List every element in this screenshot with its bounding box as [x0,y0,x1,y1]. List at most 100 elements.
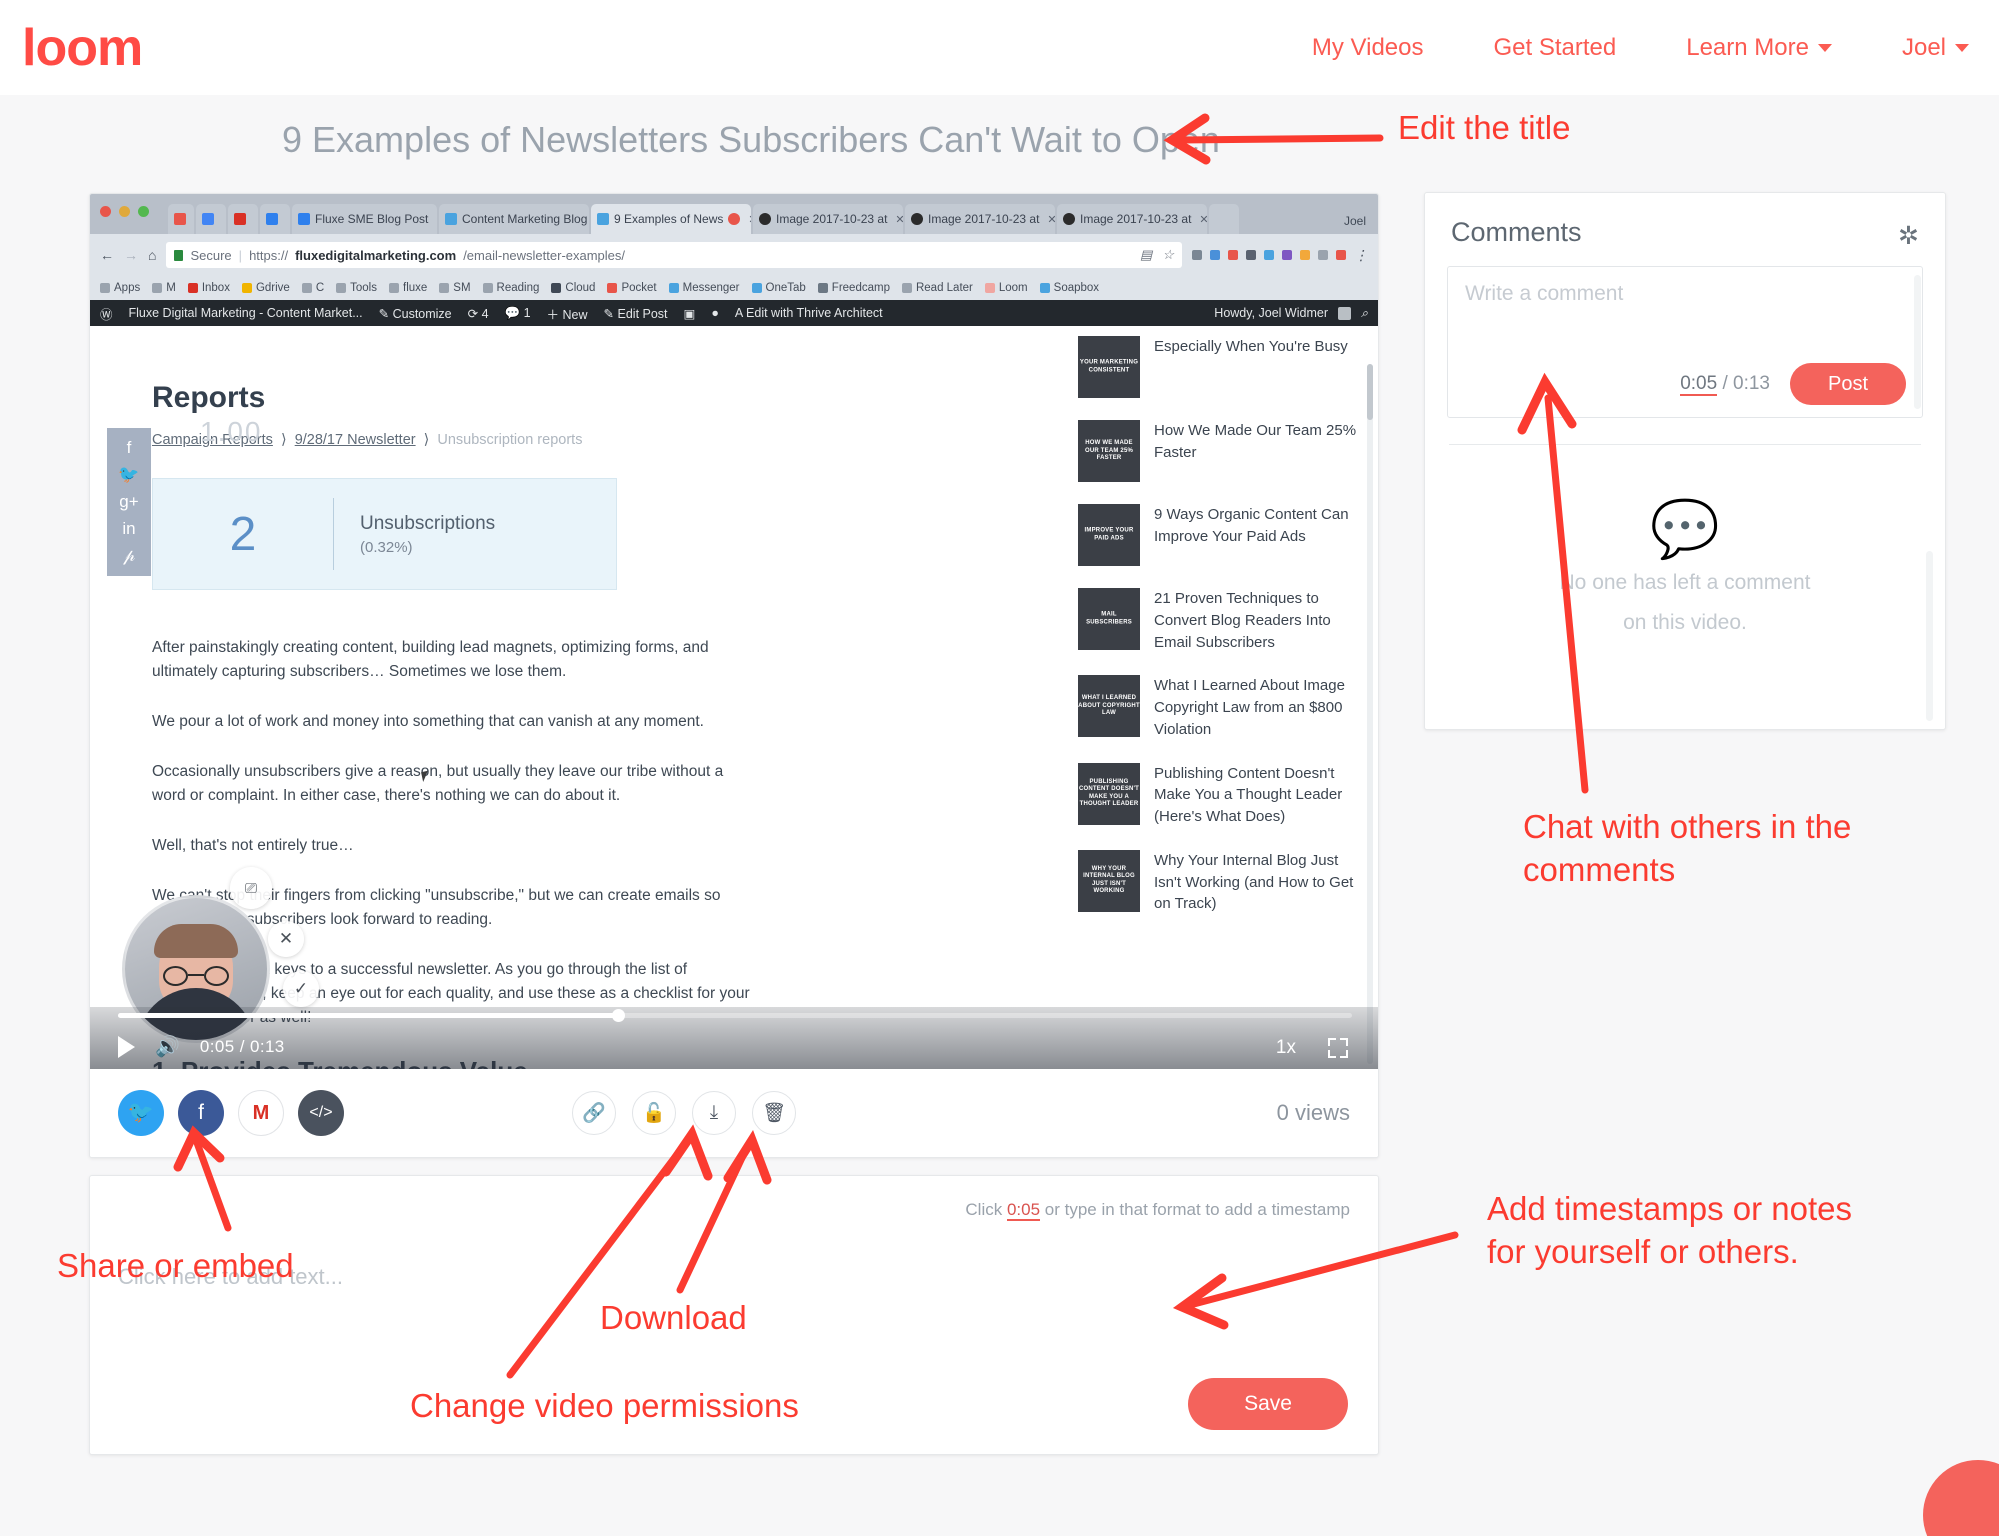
play-button[interactable] [118,1035,135,1058]
extension-icon[interactable] [1282,250,1292,260]
page-title[interactable]: 9 Examples of Newsletters Subscribers Ca… [282,119,1220,161]
browser-tab[interactable] [260,204,290,234]
bookmark-item[interactable]: Cloud [551,282,595,294]
list-item[interactable]: WHAT I LEARNED ABOUT COPYRIGHT LAW What … [1078,675,1364,740]
wp-site-name[interactable]: Fluxe Digital Marketing - Content Market… [129,306,363,320]
twitter-share-button[interactable]: 🐦 [118,1090,164,1136]
browser-tab[interactable]: Content Marketing Blog✕ [439,204,589,234]
fullscreen-icon[interactable] [1328,1038,1348,1058]
bookmark-item[interactable]: M [152,282,176,294]
list-item[interactable]: MAIL SUBSCRIBERS 21 Proven Techniques to… [1078,588,1364,653]
extension-icon[interactable] [1192,250,1202,260]
browser-tab[interactable] [168,204,194,234]
bookmark-item[interactable]: Loom [984,282,1028,294]
list-item[interactable]: WHY YOUR INTERNAL BLOG JUST ISN'T WORKIN… [1078,849,1364,915]
bookmark-item[interactable]: fluxe [389,282,427,294]
extension-icon[interactable] [1210,250,1220,260]
nav-item-learn-more[interactable]: Learn More [1686,34,1832,62]
volume-icon[interactable]: 🔊 [155,1034,180,1059]
loom-logo[interactable]: loom [22,22,143,74]
bookmark-item[interactable]: Messenger [668,282,740,294]
facebook-share-button[interactable]: f [178,1090,224,1136]
bookmark-item[interactable]: C [301,282,324,294]
home-icon[interactable]: ⌂ [148,247,156,263]
extension-icon[interactable] [1246,250,1256,260]
list-item[interactable]: PUBLISHING CONTENT DOESN'T MAKE YOU A TH… [1078,762,1364,828]
comment-input[interactable]: Write a comment [1465,282,1623,306]
gear-icon[interactable]: ✲ [1898,221,1919,251]
bookmark-item[interactable]: Apps [100,282,140,294]
extension-icon[interactable] [1228,250,1238,260]
address-bar[interactable]: Secure | https://fluxedigitalmarketing.c… [166,242,1182,268]
browser-tab-active[interactable]: 9 Examples of News✕ [591,204,751,234]
bookmark-item[interactable]: Soapbox [1039,282,1099,294]
browser-tab[interactable]: Image 2017-10-23 at✕ [905,204,1055,234]
wp-customize[interactable]: ✎ Customize [379,306,452,321]
extension-icon[interactable] [1336,250,1346,260]
scrollbar[interactable] [1926,551,1933,721]
save-button[interactable]: Save [1188,1378,1348,1430]
extension-icon[interactable] [1264,250,1274,260]
wp-thrive-icon[interactable]: ▣ [684,306,696,321]
copy-link-button[interactable]: 🔗 [572,1091,616,1135]
list-item[interactable]: IMPROVE YOUR PAID ADS 9 Ways Organic Con… [1078,504,1364,566]
bookmark-item[interactable]: Inbox [187,282,230,294]
scrollbar[interactable] [1367,364,1373,1064]
embed-button[interactable]: </> [298,1090,344,1136]
wp-updates[interactable]: ⟳ 4 [468,306,489,321]
browser-tab[interactable]: Image 2017-10-23 at✕ [753,204,903,234]
back-icon[interactable]: ← [100,247,114,263]
nav-item-my-videos[interactable]: My Videos [1312,34,1424,62]
bookmark-item[interactable]: Tools [336,282,377,294]
bookmark-item[interactable]: Gdrive [241,282,290,294]
wp-comments[interactable]: 💬 1 [505,306,531,321]
wp-thrive-architect[interactable]: A Edit with Thrive Architect [735,306,883,320]
post-comment-button[interactable]: Post [1790,363,1906,405]
browser-tab[interactable]: Fluxe SME Blog Post✕ [292,204,437,234]
wp-account[interactable]: Howdy, Joel Widmer ⌕ [1214,306,1368,321]
star-icon[interactable]: ☆ [1162,247,1174,263]
timestamp-value[interactable]: 0:05 [1006,1200,1041,1221]
browser-tab[interactable]: Image 2017-10-23 at✕ [1057,204,1207,234]
nav-item-get-started[interactable]: Get Started [1494,34,1617,62]
wordpress-logo-icon[interactable]: Ⓦ [100,304,113,323]
list-item[interactable]: YOUR MARKETING CONSISTENT Especially Whe… [1078,336,1364,398]
breadcrumb-item[interactable]: 9/28/17 Newsletter [295,432,416,448]
delete-button[interactable]: 🗑 [752,1091,796,1135]
nav-item-account[interactable]: Joel [1902,34,1969,62]
bookmark-item[interactable]: Freedcamp [817,282,890,294]
wp-plugin-icon[interactable]: ● [711,306,719,320]
comment-time-current[interactable]: 0:05 [1680,373,1718,396]
close-icon[interactable]: ✕ [268,921,304,957]
browser-tab[interactable] [196,204,226,234]
minimize-icon[interactable] [119,206,130,217]
gmail-share-button[interactable]: M [238,1090,284,1136]
comment-compose-box[interactable]: Write a comment 0:05 / 0:13 Post [1447,266,1923,418]
search-icon[interactable]: ⌕ [1361,306,1368,321]
close-icon[interactable] [100,206,111,217]
download-button[interactable]: ⤓ [692,1091,736,1135]
bookmark-item[interactable]: Reading [482,282,539,294]
playback-speed-button[interactable]: 1x [1276,1037,1296,1059]
reader-icon[interactable]: ▤ [1140,247,1152,263]
wp-edit-post[interactable]: ✎ Edit Post [604,306,668,321]
list-item[interactable]: HOW WE MADE OUR TEAM 25% FASTER How We M… [1078,420,1364,482]
bookmark-item[interactable]: SM [439,282,471,294]
browser-tab[interactable] [228,204,258,234]
zoom-icon[interactable] [138,206,149,217]
scrollbar[interactable] [1914,275,1921,409]
menu-icon[interactable]: ⋮ [1354,247,1368,264]
camera-toggle-icon[interactable]: ⎚ [230,867,272,909]
bookmark-item[interactable]: OneTab [751,282,806,294]
bookmark-item[interactable]: Pocket [607,282,657,294]
forward-icon[interactable]: → [124,247,138,263]
new-tab-button[interactable] [1209,204,1239,234]
wp-new[interactable]: ＋ New [547,304,588,323]
permissions-button[interactable]: 🔓 [632,1091,676,1135]
bookmark-item[interactable]: Read Later [901,282,973,294]
progress-bar[interactable] [118,1009,1352,1022]
check-icon[interactable]: ✓ [283,971,319,1007]
video-frame[interactable]: Fluxe SME Blog Post✕ Content Marketing B… [90,194,1378,1069]
browser-profile-label[interactable]: Joel [1344,214,1378,234]
extension-icon[interactable] [1318,250,1328,260]
